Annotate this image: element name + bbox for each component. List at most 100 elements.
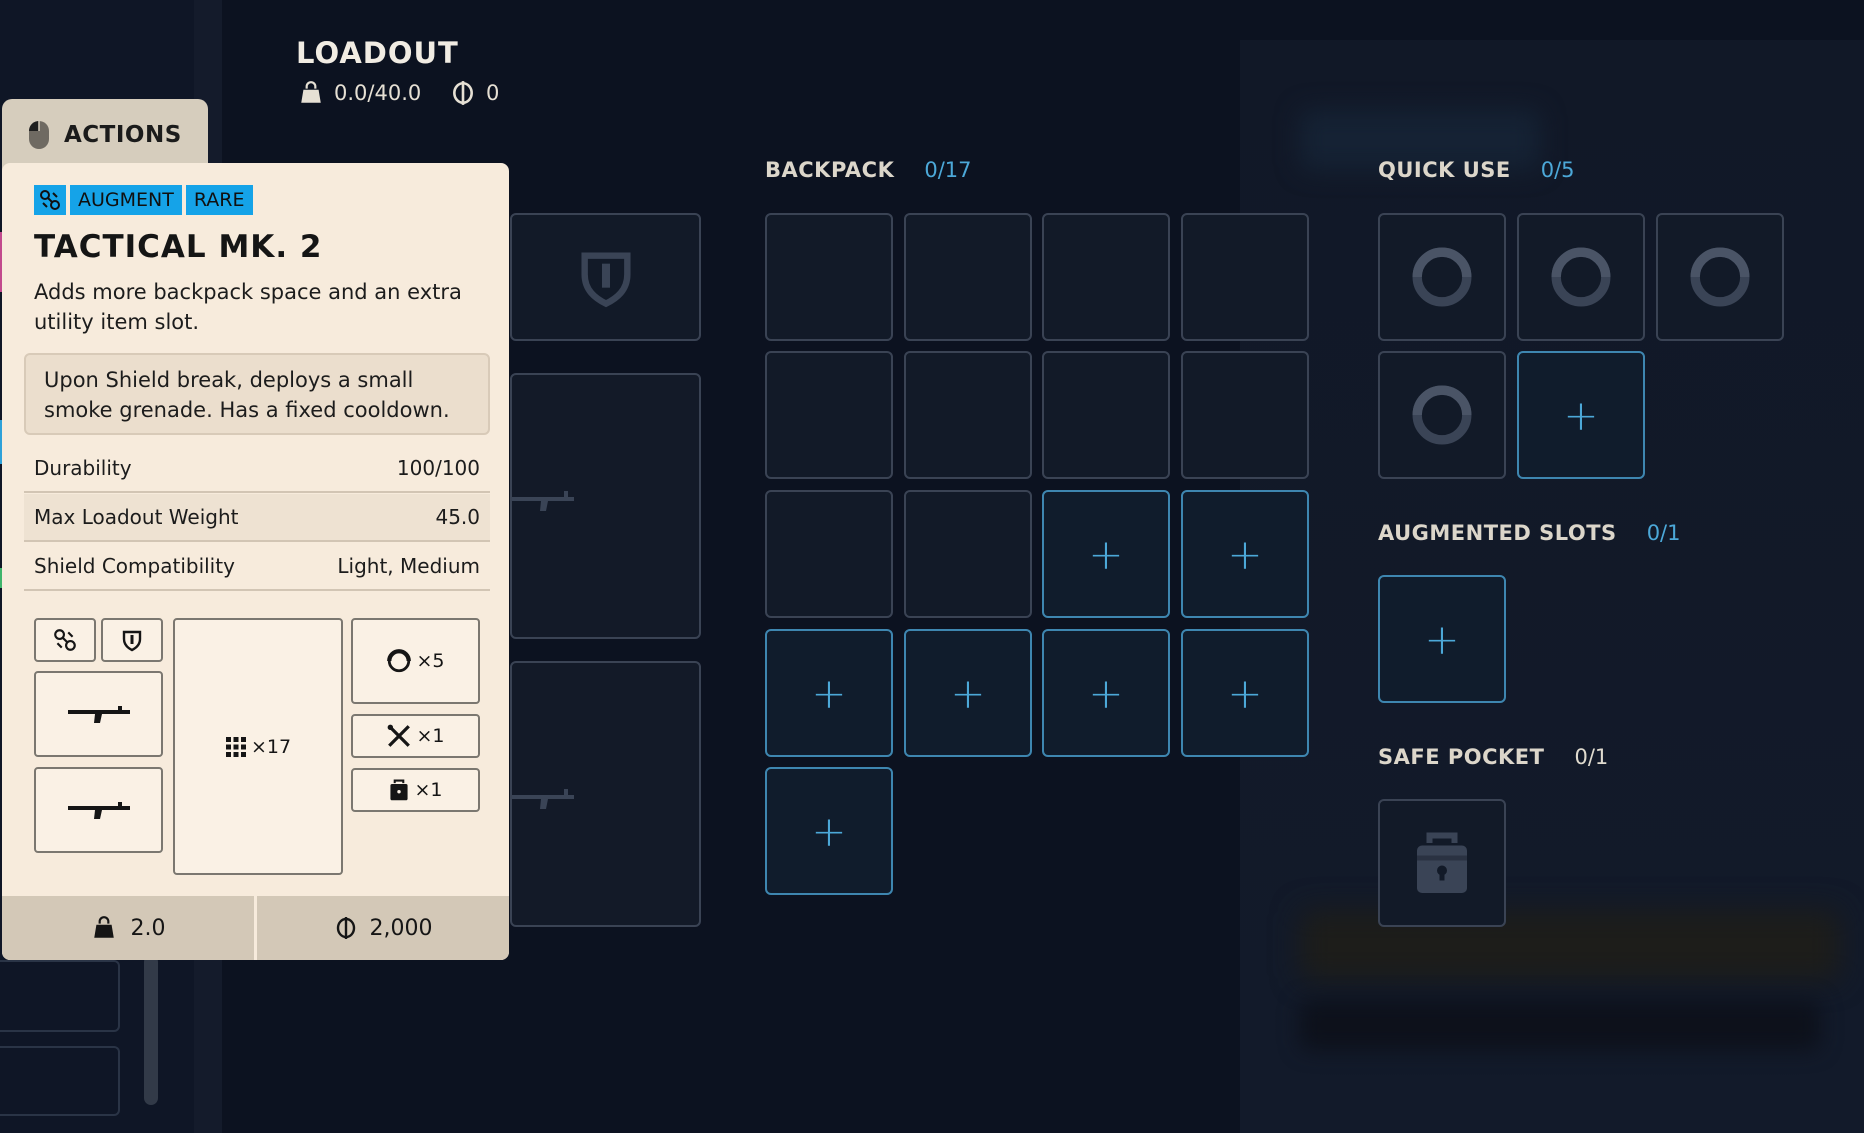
credits-coin-icon: [336, 917, 355, 939]
grid-icon: [225, 736, 246, 757]
backpack-slot[interactable]: [765, 351, 893, 479]
loadout-credits: 0: [450, 80, 499, 106]
layout-utility: ×1: [351, 714, 480, 758]
safe-pocket-label: SAFE POCKET: [1378, 745, 1545, 769]
plus-icon: +: [1424, 614, 1460, 664]
stat-label: Max Loadout Weight: [34, 505, 239, 529]
loadout-credits-value: 0: [486, 81, 500, 105]
quick-use-slot[interactable]: [1517, 213, 1645, 341]
backpack-slot[interactable]: [904, 351, 1032, 479]
item-weight: 2.0: [2, 896, 254, 960]
item-tooltip: AUGMENT RARE TACTICAL MK. 2 Adds more ba…: [2, 163, 509, 960]
actions-tab[interactable]: ACTIONS: [2, 99, 208, 171]
backpack-slot[interactable]: [765, 490, 893, 618]
quick-use-count: 0/5: [1540, 158, 1575, 182]
backpack-add-slot[interactable]: +: [1181, 629, 1309, 757]
augment-tag-icon: [34, 185, 66, 215]
secondary-weapon-slot[interactable]: [510, 661, 701, 927]
item-price: 2,000: [254, 896, 509, 960]
stat-label: Shield Compatibility: [34, 554, 235, 578]
stat-label: Durability: [34, 456, 132, 480]
actions-label: ACTIONS: [64, 122, 182, 148]
scrollbar[interactable]: [144, 955, 158, 1105]
backpack-add-slot[interactable]: +: [765, 767, 893, 895]
rifle-icon: [512, 491, 574, 511]
layout-safe-pocket-count: ×1: [414, 779, 443, 801]
layout-weapon-slot: [34, 671, 163, 757]
quick-use-ring-icon: [1551, 247, 1611, 307]
item-price-value: 2,000: [369, 915, 433, 941]
backpack-slot[interactable]: [1042, 351, 1170, 479]
quick-use-slot[interactable]: [1378, 351, 1506, 479]
stat-value: 100/100: [396, 456, 480, 480]
loadout-weight: 0.0/40.0: [298, 80, 421, 106]
quick-use-slot[interactable]: [1378, 213, 1506, 341]
shield-slot[interactable]: [510, 213, 701, 341]
plus-icon: +: [1088, 529, 1124, 579]
safe-pocket-slot[interactable]: [1378, 799, 1506, 927]
rifle-icon: [512, 789, 574, 809]
safe-pocket-header: SAFE POCKET 0/1: [1378, 745, 1608, 769]
rarity-tag: RARE: [185, 185, 253, 215]
layout-quick-use-count: ×5: [416, 650, 445, 672]
item-effect: Upon Shield break, deploys a small smoke…: [24, 353, 490, 435]
backpack-add-slot[interactable]: +: [904, 629, 1032, 757]
stat-value: 45.0: [435, 505, 480, 529]
plus-icon: +: [811, 806, 847, 856]
augment-add-slot[interactable]: +: [1378, 575, 1506, 703]
plus-icon: +: [811, 668, 847, 718]
rifle-icon: [67, 802, 130, 819]
stat-row-shield-compatibility: Shield Compatibility Light, Medium: [24, 543, 490, 591]
safe-lock-icon: [390, 779, 409, 801]
backpack-add-slot[interactable]: +: [1042, 629, 1170, 757]
backpack-slot[interactable]: [904, 490, 1032, 618]
category-tag: AUGMENT: [70, 185, 182, 215]
augmented-slots-count: 0/1: [1646, 521, 1681, 545]
backpack-count: 0/17: [924, 158, 972, 182]
item-weight-value: 2.0: [130, 915, 166, 941]
plus-icon: +: [950, 668, 986, 718]
quick-use-add-slot[interactable]: +: [1517, 351, 1645, 479]
item-name: TACTICAL MK. 2: [34, 229, 323, 265]
quick-use-slot[interactable]: [1656, 213, 1784, 341]
backpack-label: BACKPACK: [765, 158, 895, 182]
quick-use-label: QUICK USE: [1378, 158, 1511, 182]
quick-use-ring-icon: [1412, 247, 1472, 307]
augment-icon: [40, 190, 60, 210]
augmented-slots-header: AUGMENTED SLOTS 0/1: [1378, 521, 1680, 545]
layout-augment-slot: [34, 618, 96, 662]
augment-icon: [54, 629, 76, 651]
augmented-slots-label: AUGMENTED SLOTS: [1378, 521, 1617, 545]
safe-lock-icon: [1417, 832, 1467, 893]
item-description: Adds more backpack space and an extra ut…: [34, 280, 462, 334]
plus-icon: +: [1088, 668, 1124, 718]
plus-icon: +: [1227, 529, 1263, 579]
backpack-slot[interactable]: [765, 213, 893, 341]
loadout-weight-value: 0.0/40.0: [334, 81, 422, 105]
utility-tools-icon: [388, 724, 411, 747]
mouse-icon: [29, 121, 49, 149]
layout-backpack-count: ×17: [250, 735, 292, 758]
plus-icon: +: [1563, 390, 1599, 440]
inventory-list-item[interactable]: [0, 1046, 120, 1116]
backpack-add-slot[interactable]: +: [765, 629, 893, 757]
primary-weapon-slot[interactable]: [510, 373, 701, 639]
backpack-slot[interactable]: [1042, 213, 1170, 341]
quick-use-ring-icon: [1412, 385, 1472, 445]
layout-backpack: ×17: [173, 618, 343, 875]
backpack-slot[interactable]: [1181, 351, 1309, 479]
inventory-list-item[interactable]: [0, 960, 120, 1032]
weight-bag-icon: [93, 916, 114, 938]
layout-shield-slot: [101, 618, 163, 662]
backpack-slot[interactable]: [1181, 213, 1309, 341]
shield-icon: [122, 630, 142, 652]
backpack-add-slot[interactable]: +: [1181, 490, 1309, 618]
tooltip-footer: 2.0 2,000: [2, 896, 509, 960]
shield-icon: [580, 252, 631, 308]
backpack-add-slot[interactable]: +: [1042, 490, 1170, 618]
backpack-slot[interactable]: [904, 213, 1032, 341]
layout-utility-count: ×1: [416, 725, 445, 747]
credits-coin-icon: [453, 81, 473, 105]
layout-weapon-slot: [34, 767, 163, 853]
stat-row-max-loadout-weight: Max Loadout Weight 45.0: [24, 494, 490, 542]
